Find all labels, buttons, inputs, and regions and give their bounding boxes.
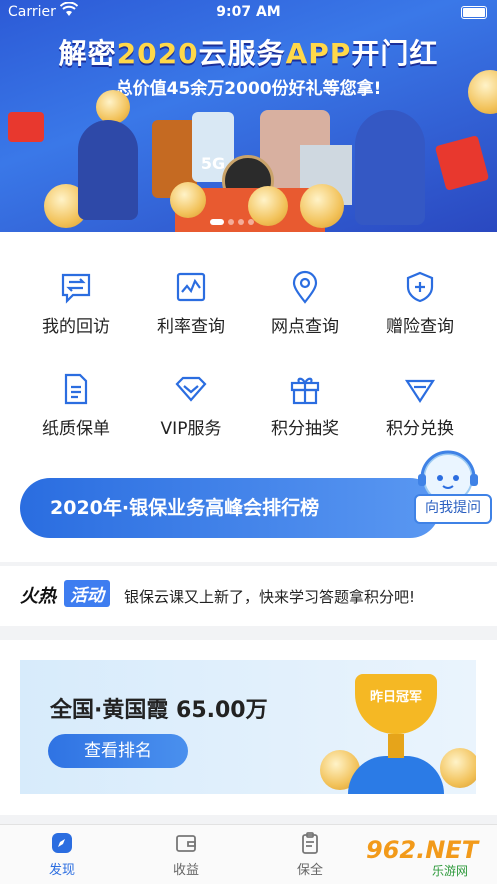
grid-item-rate-query[interactable]: 利率查询: [129, 270, 253, 337]
tab-label: 保全: [296, 863, 323, 878]
document-icon: [59, 372, 93, 406]
view-ranking-button[interactable]: 查看排名: [48, 734, 188, 768]
banner-subtitle: 总价值45余万2000份好礼等您拿!: [115, 79, 382, 99]
watermark-brand: 962.NET: [366, 836, 479, 864]
tab-discover[interactable]: 发现: [0, 831, 124, 878]
trophy-label: 昨日冠军: [370, 690, 423, 705]
wallet-icon: [174, 831, 198, 855]
grid-item-label: 利率查询: [157, 317, 225, 337]
champion-card[interactable]: 全国·黄国霞 65.00万 查看排名 昨日冠军: [20, 660, 476, 794]
carousel-indicator[interactable]: [210, 210, 258, 229]
status-bar: Carrier 9:07 AM: [0, 0, 497, 26]
clipboard-icon: [298, 831, 322, 855]
red-envelope-icon: [8, 112, 44, 142]
grid-item-label: 积分抽奖: [271, 419, 339, 439]
activity-tag: 活动: [64, 580, 110, 607]
coin-icon: [96, 90, 130, 124]
banner-title: 解密2020云服务APP开门红: [58, 37, 439, 70]
coin-icon: [440, 748, 476, 788]
tab-label: 发现: [48, 863, 75, 878]
ask-me-button[interactable]: 向我提问: [414, 494, 492, 524]
character-illustration: [355, 110, 425, 225]
compass-icon: [50, 831, 74, 855]
tab-earnings[interactable]: 收益: [124, 831, 248, 878]
shield-plus-icon: [403, 270, 437, 304]
watermark-site: 乐游网: [432, 864, 469, 878]
coin-icon: [170, 182, 206, 218]
grid-item-label: 我的回访: [42, 317, 110, 337]
hot-tag: 火热: [20, 586, 56, 607]
ranking-banner[interactable]: 2020年·银保业务高峰会排行榜: [20, 478, 440, 538]
gem-icon: [403, 372, 437, 406]
status-time: 9:07 AM: [216, 4, 281, 20]
grid-item-label: VIP服务: [160, 419, 222, 439]
grid-item-label: 网点查询: [271, 317, 339, 337]
swap-chat-icon: [59, 270, 93, 304]
tab-preservation[interactable]: 保全: [248, 831, 372, 878]
pedestal-image: [348, 756, 444, 794]
grid-item-points-exchange[interactable]: 积分兑换: [358, 372, 482, 439]
promo-banner[interactable]: 解密2020云服务APP开门红 总价值45余万2000份好礼等您拿! 5G: [0, 0, 497, 232]
grid-item-vip-service[interactable]: VIP服务: [129, 372, 253, 439]
character-illustration: [78, 120, 138, 220]
grid-item-branch-query[interactable]: 网点查询: [243, 270, 367, 337]
chart-icon: [174, 270, 208, 304]
diamond-icon: [174, 372, 208, 406]
activity-notice[interactable]: 火热 活动 银保云课又上新了，快来学习答题拿积分吧!: [0, 566, 497, 626]
grid-item-label: 积分兑换: [386, 419, 454, 439]
grid-item-label: 纸质保单: [42, 419, 110, 439]
location-pin-icon: [288, 270, 322, 304]
tab-label: 收益: [172, 863, 199, 878]
grid-item-paper-policy[interactable]: 纸质保单: [14, 372, 138, 439]
grid-item-gift-insurance[interactable]: 赠险查询: [358, 270, 482, 337]
watermark-logo: 962.NET 乐游网: [362, 836, 494, 878]
trophy-stem: [388, 734, 404, 758]
notice-text: 银保云课又上新了，快来学习答题拿积分吧!: [124, 588, 416, 606]
grid-item-label: 赠险查询: [386, 317, 454, 337]
gift-icon: [288, 372, 322, 406]
battery-icon: [461, 6, 487, 19]
grid-item-points-lottery[interactable]: 积分抽奖: [243, 372, 367, 439]
function-grid: 我的回访 利率查询 网点查询 赠险查询 纸质保单 VIP服务 积分抽奖 积分兑换: [0, 232, 497, 462]
grid-item-return-visit[interactable]: 我的回访: [14, 270, 138, 337]
coin-icon: [300, 184, 344, 228]
red-envelope-icon: [434, 135, 490, 191]
champion-name: 全国·黄国霞 65.00万: [50, 698, 268, 723]
